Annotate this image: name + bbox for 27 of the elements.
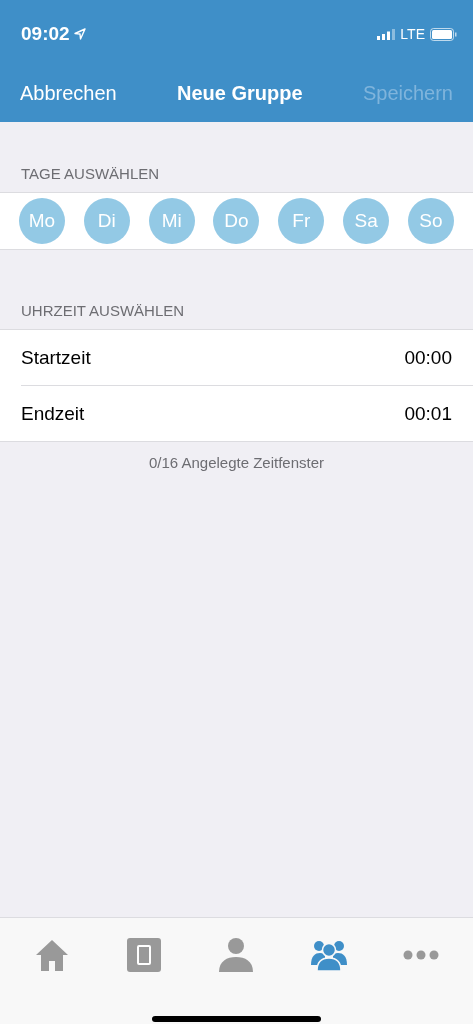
day-toggle[interactable]: Sa — [343, 198, 390, 244]
screen-title: Neue Gruppe — [177, 81, 303, 105]
row-value: 00:00 — [404, 346, 452, 369]
cancel-button[interactable]: Abbrechen — [12, 77, 125, 109]
day-toggle[interactable]: Do — [213, 198, 260, 244]
time-row[interactable]: Endzeit 00:01 — [21, 385, 473, 441]
day-toggle[interactable]: Di — [83, 198, 130, 244]
row-value: 00:01 — [404, 402, 452, 425]
status-time: 09:02 — [21, 23, 70, 45]
section-header: TAGE AUSWÄHLEN — [20, 164, 161, 184]
day-toggle[interactable]: Mo — [19, 198, 65, 244]
location-arrow-icon — [73, 28, 86, 40]
group-icon — [310, 939, 347, 971]
section-header: UHRZEIT AUSWÄHLEN — [20, 301, 186, 321]
network-label: LTE — [400, 26, 425, 42]
tablet-icon — [127, 938, 162, 972]
day-toggle[interactable]: Fr — [278, 198, 325, 244]
row-label: Startzeit — [21, 346, 91, 369]
more-icon — [402, 950, 439, 960]
row-label: Endzeit — [21, 402, 85, 425]
person-icon — [218, 937, 255, 973]
signal-icon — [377, 28, 396, 40]
day-toggle[interactable]: Mi — [148, 198, 195, 244]
section-footer: 0/16 Angelegte Zeitfenster — [0, 442, 473, 471]
day-toggle[interactable]: So — [407, 198, 454, 244]
time-row[interactable]: Startzeit 00:00 — [21, 330, 473, 385]
battery-icon — [430, 27, 457, 41]
